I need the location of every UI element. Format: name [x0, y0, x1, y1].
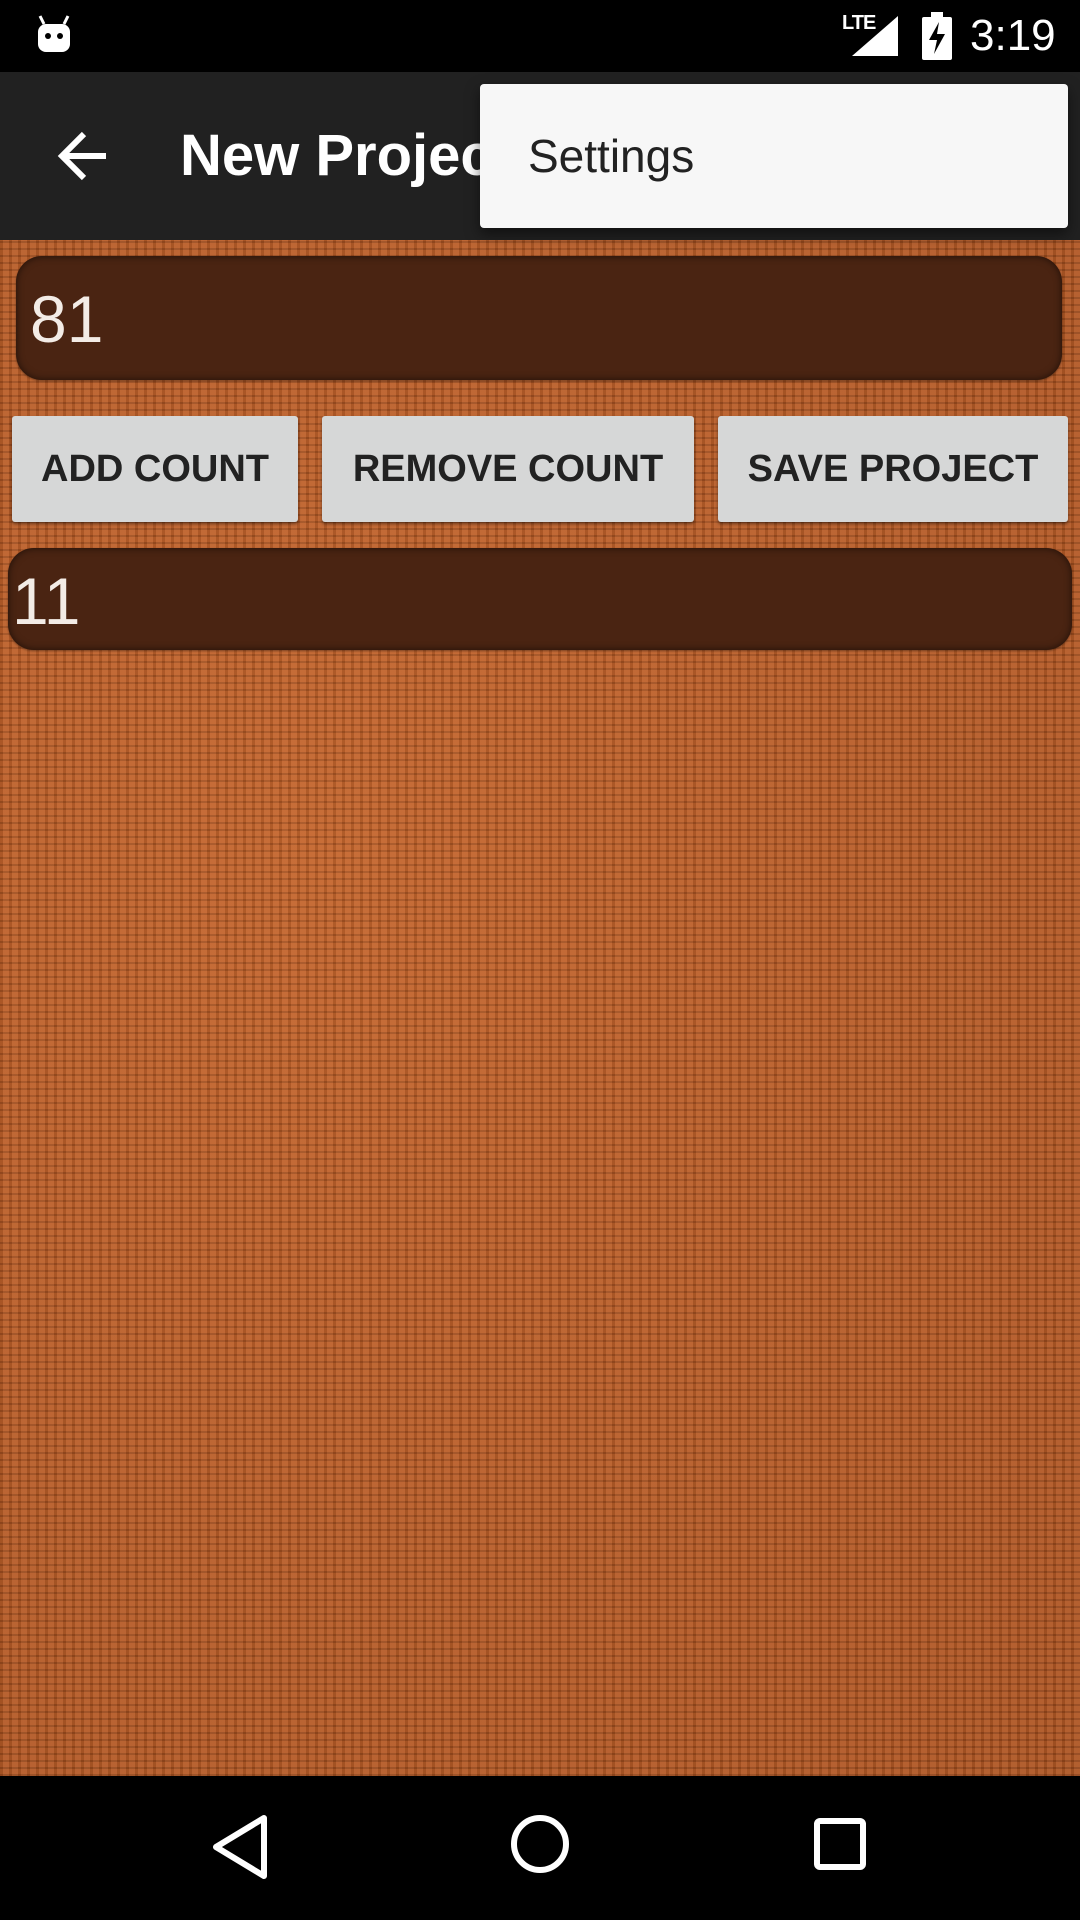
arrow-back-icon[interactable] [56, 128, 112, 184]
signal-icon [852, 16, 898, 56]
add-count-button[interactable]: ADD COUNT [12, 416, 298, 522]
clock: 3:19 [970, 11, 1056, 60]
recents-square-icon[interactable] [814, 1818, 866, 1870]
status-bar: LTE 3:19 [0, 0, 1080, 72]
home-circle-icon[interactable] [510, 1814, 570, 1874]
navigation-bar [0, 1776, 1080, 1920]
save-project-button[interactable]: SAVE PROJECT [718, 416, 1068, 522]
count-display[interactable]: 81 [16, 256, 1062, 380]
overflow-menu: Settings [480, 84, 1068, 228]
secondary-count-field[interactable]: 11 [8, 548, 1072, 650]
project-content: 81 ADD COUNT REMOVE COUNT SAVE PROJECT 1… [0, 240, 1080, 1776]
android-icon [38, 15, 70, 52]
page-title: New Project [180, 123, 512, 188]
battery-charging-icon [922, 12, 952, 60]
remove-count-button[interactable]: REMOVE COUNT [322, 416, 694, 522]
back-triangle-icon[interactable] [212, 1814, 268, 1880]
menu-item-settings[interactable]: Settings [528, 128, 694, 184]
